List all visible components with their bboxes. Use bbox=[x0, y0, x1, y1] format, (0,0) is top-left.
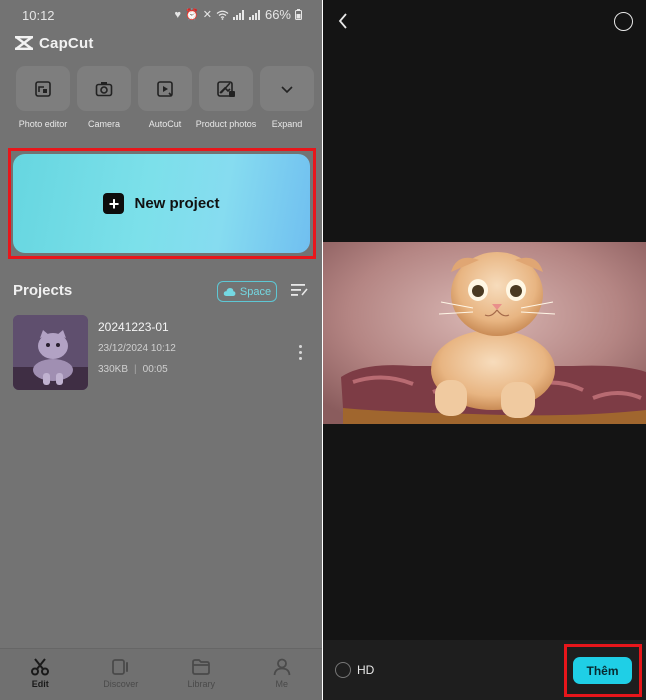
user-icon bbox=[273, 658, 291, 676]
tool-tile[interactable] bbox=[16, 66, 70, 111]
project-thumbnail[interactable] bbox=[13, 315, 88, 390]
tool-shortcuts: Photo editor Camera AutoCut Product phot… bbox=[16, 66, 314, 129]
tool-product-photos[interactable]: Product photos bbox=[196, 66, 256, 129]
signal-icon-2 bbox=[248, 9, 260, 20]
space-button[interactable]: Space bbox=[217, 281, 277, 302]
cat-photo-image bbox=[323, 242, 646, 424]
sort-list-icon[interactable] bbox=[290, 283, 308, 297]
nav-label: Discover bbox=[103, 679, 139, 689]
tool-label: Product photos bbox=[195, 119, 257, 129]
media-preview-screen: HD Thêm bbox=[323, 0, 646, 700]
app-name: CapCut bbox=[39, 34, 94, 52]
status-time: 10:12 bbox=[22, 8, 55, 23]
capcut-logo-icon bbox=[15, 36, 33, 50]
select-circle-icon[interactable] bbox=[614, 12, 633, 31]
camera-icon bbox=[95, 81, 113, 96]
scissors-icon bbox=[31, 658, 50, 676]
photo-editor-icon bbox=[35, 80, 51, 97]
hd-label: HD bbox=[357, 663, 375, 677]
battery-icon bbox=[295, 9, 302, 20]
bottom-navigation: Edit Discover Library Me bbox=[0, 648, 322, 700]
nav-label: Library bbox=[187, 679, 215, 689]
meta-separator: | bbox=[134, 364, 137, 375]
chevron-down-icon bbox=[281, 85, 293, 93]
back-arrow-icon[interactable] bbox=[337, 12, 349, 30]
signal-icon bbox=[232, 9, 244, 20]
nav-discover[interactable]: Discover bbox=[81, 649, 162, 700]
tool-tile[interactable] bbox=[77, 66, 131, 111]
tool-tile[interactable] bbox=[199, 66, 253, 111]
project-duration: 00:05 bbox=[142, 364, 168, 375]
battery-percentage: 66% bbox=[264, 7, 291, 22]
tool-label: Camera bbox=[87, 119, 120, 129]
project-name[interactable]: 20241223-01 bbox=[98, 320, 169, 334]
project-size: 330KB bbox=[98, 364, 129, 375]
tool-camera[interactable]: Camera bbox=[77, 66, 131, 129]
tool-label: Expand bbox=[271, 119, 303, 129]
nav-library[interactable]: Library bbox=[161, 649, 242, 700]
status-icons: ♥ ⏰ ✕ 66% bbox=[175, 7, 302, 22]
heart-icon: ♥ bbox=[174, 8, 182, 21]
new-project-button[interactable]: + New project bbox=[13, 154, 310, 253]
more-options-icon[interactable] bbox=[296, 345, 304, 360]
nav-me[interactable]: Me bbox=[242, 649, 323, 700]
tool-expand[interactable]: Expand bbox=[260, 66, 314, 129]
autocut-icon bbox=[157, 80, 173, 97]
mute-icon: ✕ bbox=[202, 9, 212, 21]
cat-thumbnail-image bbox=[13, 315, 88, 390]
tool-label: Photo editor bbox=[18, 119, 68, 129]
nav-label: Edit bbox=[31, 679, 49, 689]
tool-tile[interactable] bbox=[138, 66, 192, 111]
tool-photo-editor[interactable]: Photo editor bbox=[16, 66, 70, 129]
nav-label: Me bbox=[275, 679, 288, 689]
alarm-icon: ⏰ bbox=[185, 9, 199, 21]
preview-footer: HD Thêm bbox=[323, 640, 646, 700]
cloud-icon bbox=[223, 287, 236, 296]
capcut-home-screen: 10:12 ♥ ⏰ ✕ 66% CapCut Photo editor Came… bbox=[0, 0, 322, 700]
folder-icon bbox=[192, 659, 211, 675]
preview-image bbox=[323, 242, 646, 424]
add-button[interactable]: Thêm bbox=[573, 657, 632, 684]
project-meta: 330KB | 00:05 bbox=[98, 364, 168, 375]
project-date: 23/12/2024 10:12 bbox=[98, 343, 176, 354]
status-bar: 10:12 ♥ ⏰ ✕ 66% bbox=[0, 0, 322, 30]
hd-radio-button[interactable] bbox=[335, 662, 351, 678]
capcut-logo: CapCut bbox=[14, 34, 94, 52]
new-project-label: New project bbox=[134, 195, 220, 212]
product-photos-icon bbox=[217, 80, 235, 97]
wifi-icon bbox=[216, 10, 229, 20]
nav-edit[interactable]: Edit bbox=[0, 649, 81, 700]
tool-autocut[interactable]: AutoCut bbox=[138, 66, 192, 129]
tool-label: AutoCut bbox=[148, 119, 182, 129]
space-label: Space bbox=[239, 285, 272, 298]
discover-icon bbox=[111, 659, 128, 675]
projects-heading: Projects bbox=[13, 282, 73, 299]
plus-icon: + bbox=[103, 193, 125, 214]
tool-tile[interactable] bbox=[260, 66, 314, 111]
